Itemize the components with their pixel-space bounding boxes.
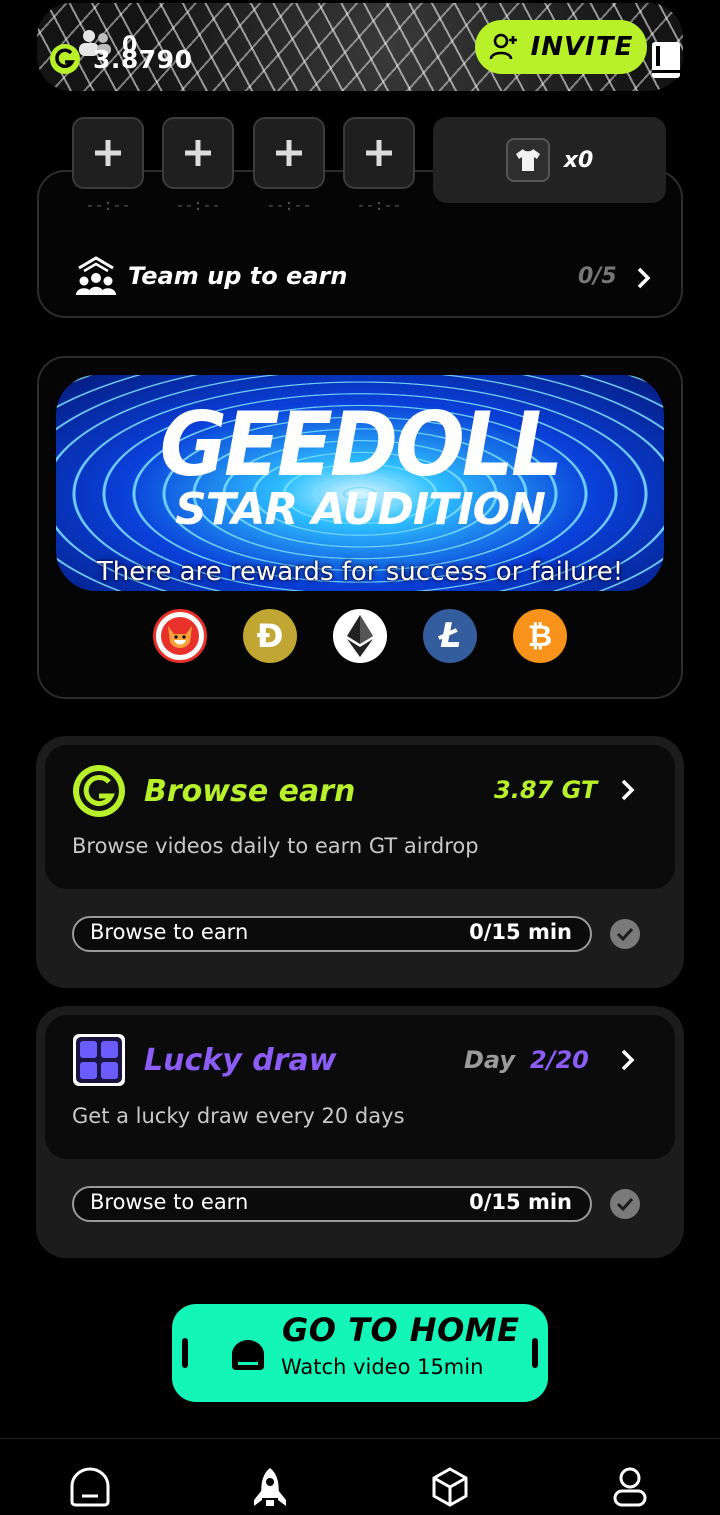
home-icon xyxy=(232,1340,264,1370)
litecoin-icon: Ł xyxy=(423,609,477,663)
banner-tagline: There are rewards for success or failure… xyxy=(96,557,624,587)
gt-balance: 3.8790 xyxy=(93,45,193,74)
home-icon[interactable] xyxy=(69,1466,111,1508)
slot-timer: --:-- xyxy=(175,196,221,214)
team-up-icon xyxy=(76,256,116,295)
lucky-draw-header[interactable] xyxy=(45,1015,675,1159)
team-up-label[interactable]: Team up to earn xyxy=(128,262,347,290)
team-slot-add-button[interactable] xyxy=(343,117,415,189)
chevron-right-icon[interactable] xyxy=(617,777,637,803)
gt-logo-icon xyxy=(73,765,125,817)
banner-subtitle: STAR AUDITION xyxy=(175,484,546,535)
invite-label: INVITE xyxy=(530,32,634,62)
day-label: Day xyxy=(464,1046,516,1074)
day-value: 2/20 xyxy=(530,1046,589,1074)
team-slot-add-button[interactable] xyxy=(72,117,144,189)
browse-earn-title: Browse earn xyxy=(144,774,356,809)
check-icon xyxy=(610,919,640,949)
chevron-right-icon[interactable] xyxy=(633,265,653,291)
lucky-draw-title: Lucky draw xyxy=(144,1043,337,1078)
lucky-progress-value: 0/15 min xyxy=(469,1190,572,1214)
browse-progress-label: Browse to earn xyxy=(90,920,249,944)
browse-earn-value: 3.87 GT xyxy=(494,776,598,804)
browse-progress-value: 0/15 min xyxy=(469,920,572,944)
slot-timer: --:-- xyxy=(85,196,131,214)
slot-timer: --:-- xyxy=(266,196,312,214)
cube-icon[interactable] xyxy=(429,1466,471,1508)
dogecoin-icon: Ð xyxy=(243,609,297,663)
shiba-inu-icon xyxy=(153,609,207,663)
team-progress: 0/5 xyxy=(578,264,617,289)
invite-button[interactable]: INVITE xyxy=(475,20,647,74)
plus-icon xyxy=(95,140,121,166)
team-slot-add-button[interactable] xyxy=(253,117,325,189)
go-to-home-title: GO TO HOME xyxy=(282,1311,520,1349)
rocket-icon[interactable] xyxy=(249,1466,291,1508)
go-to-home-subtitle: Watch video 15min xyxy=(281,1355,484,1379)
shirt-count: x0 xyxy=(563,147,594,173)
browse-earn-header[interactable] xyxy=(45,745,675,889)
chevron-right-icon[interactable] xyxy=(617,1047,637,1073)
bitcoin-icon: ₿ xyxy=(513,609,567,663)
ethereum-icon xyxy=(333,609,387,663)
profile-icon[interactable] xyxy=(609,1466,651,1508)
lucky-grid-icon xyxy=(73,1034,125,1086)
shirt-icon xyxy=(505,138,550,182)
plus-icon xyxy=(366,140,392,166)
banner-title: GEEDOLL xyxy=(159,394,564,497)
check-icon xyxy=(610,1189,640,1219)
slot-timer: --:-- xyxy=(356,196,402,214)
browse-earn-description: Browse videos daily to earn GT airdrop xyxy=(72,834,479,858)
add-user-icon xyxy=(489,33,517,60)
plus-icon xyxy=(276,140,302,166)
team-slot-add-button[interactable] xyxy=(162,117,234,189)
plus-icon xyxy=(185,140,211,166)
lucky-progress-label: Browse to earn xyxy=(90,1190,249,1214)
lucky-draw-description: Get a lucky draw every 20 days xyxy=(72,1104,405,1128)
shirt-inventory[interactable]: x0 xyxy=(433,117,666,203)
book-icon[interactable] xyxy=(648,40,684,80)
